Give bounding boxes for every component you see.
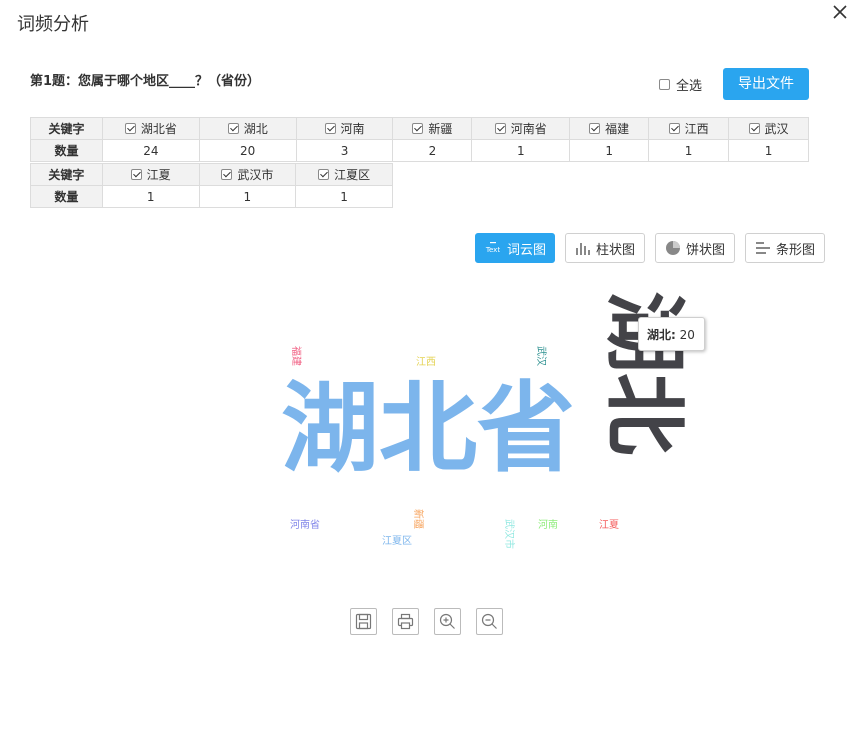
keyword-label: 江夏区 [334,168,371,182]
keyword-checkbox[interactable] [227,123,239,134]
keyword-checkbox[interactable] [221,169,233,180]
close-icon [833,5,847,19]
tab-bar-label: 柱状图 [595,242,635,258]
tab-pie-label: 饼状图 [685,242,725,258]
tab-hbar[interactable]: 条形图 [745,233,825,263]
keyword-cell[interactable]: 湖北 [198,117,297,140]
print-icon [397,613,414,630]
word-jiangxi[interactable]: 江西 [416,358,436,368]
keyword-checkbox[interactable] [748,123,760,134]
count-header: 数量 [30,185,103,208]
word-jiangxia[interactable]: 江夏 [599,521,619,531]
wordcloud-icon: Text [485,242,500,254]
word-henansheng[interactable]: 河南省 [290,521,320,531]
keyword-label: 新疆 [428,122,453,136]
word-henan[interactable]: 河南 [538,521,558,531]
select-all-toggle[interactable]: 全选 [659,75,702,94]
keyword-row: 关键字 江夏 武汉市 江夏区 [30,163,393,186]
keyword-cell[interactable]: 福建 [569,117,650,140]
keyword-cell[interactable]: 河南 [295,117,394,140]
count-cell: 1 [569,139,650,162]
keyword-cell[interactable]: 武汉 [728,117,809,140]
tooltip-label: 湖北: [647,328,676,342]
count-cell: 1 [648,139,730,162]
keyword-cell[interactable]: 新疆 [392,117,473,140]
word-hubei[interactable]: 湖北 [596,291,691,455]
select-all-label: 全选 [676,79,703,94]
keyword-label: 河南省 [510,122,547,136]
keyword-label: 江西 [684,122,709,136]
zoom-in-icon [439,613,455,629]
word-tooltip: 湖北: 20 [638,317,705,351]
word-wuhanshi[interactable]: 武汉市 [503,519,514,549]
keyword-cell[interactable]: 江西 [648,117,730,140]
dialog-title: 词频分析 [17,14,89,35]
bar-chart-icon [575,243,590,255]
keyword-label: 河南 [340,122,365,136]
tab-wordcloud-label: 词云图 [506,242,546,258]
count-row: 数量 24 20 3 2 1 1 1 1 [30,139,809,162]
keyword-row: 关键字 湖北省 湖北 河南 新疆 河南省 福建 江西 武汉 [30,117,809,140]
word-jiangxiaqu[interactable]: 江夏区 [382,537,412,547]
word-cloud: 湖北省 湖北 河南 新疆 河南省 福建 江西 武汉 江夏 武汉市 江夏区 [0,0,851,732]
keyword-label: 湖北省 [140,122,177,136]
tab-pie[interactable]: 饼状图 [655,233,735,263]
keyword-checkbox[interactable] [589,123,601,134]
keyword-label: 武汉 [764,122,789,136]
horizontal-bar-icon [755,242,770,254]
word-fujian[interactable]: 福建 [290,346,301,366]
question-title: 第1题：您属于哪个地区____？（省份） [30,74,261,89]
wordcloud-icon-text: Text [485,246,500,254]
count-cell: 1 [295,185,393,208]
select-all-checkbox[interactable] [659,79,670,90]
tooltip-value: 20 [679,328,695,342]
count-row: 数量 1 1 1 [30,185,393,208]
keyword-checkbox[interactable] [412,123,424,134]
tab-hbar-label: 条形图 [775,242,815,258]
tab-wordcloud[interactable]: Text 词云图 [475,233,555,263]
count-cell: 2 [392,139,473,162]
word-hubeisheng[interactable]: 湖北省 [281,380,575,478]
keyword-label: 武汉市 [237,168,274,182]
keyword-checkbox[interactable] [494,123,506,134]
keyword-header: 关键字 [30,117,103,140]
keyword-checkbox[interactable] [668,123,680,134]
keyword-label: 江夏 [146,168,171,182]
keyword-cell[interactable]: 江夏区 [295,163,393,186]
pie-chart-icon [665,241,680,255]
count-cell: 24 [101,139,200,162]
count-cell: 1 [471,139,571,162]
zoom-out-button[interactable] [476,608,503,635]
count-cell: 1 [198,185,297,208]
keyword-cell[interactable]: 江夏 [101,163,200,186]
keyword-cell[interactable]: 湖北省 [101,117,200,140]
count-cell: 3 [295,139,394,162]
save-icon [355,613,372,630]
keyword-table-2: 关键字 江夏 武汉市 江夏区 数量 1 1 1 [30,163,393,208]
word-xinjiang[interactable]: 新疆 [412,509,423,529]
keyword-cell[interactable]: 武汉市 [198,163,297,186]
count-cell: 1 [101,185,200,208]
keyword-cell[interactable]: 河南省 [471,117,571,140]
count-cell: 1 [728,139,809,162]
keyword-header: 关键字 [30,163,103,186]
keyword-table-1: 关键字 湖北省 湖北 河南 新疆 河南省 福建 江西 武汉 数量 24 20 3… [30,117,809,162]
print-button[interactable] [392,608,419,635]
tab-bar[interactable]: 柱状图 [565,233,645,263]
keyword-checkbox[interactable] [124,123,136,134]
count-cell: 20 [198,139,297,162]
export-file-button[interactable]: 导出文件 [723,68,809,100]
keyword-label: 湖北 [243,122,268,136]
zoom-out-icon [481,613,497,629]
save-image-button[interactable] [350,608,377,635]
close-button[interactable] [830,2,850,22]
zoom-in-button[interactable] [434,608,461,635]
keyword-label: 福建 [605,122,630,136]
keyword-checkbox[interactable] [130,169,142,180]
keyword-checkbox[interactable] [318,169,330,180]
count-header: 数量 [30,139,103,162]
keyword-checkbox[interactable] [324,123,336,134]
word-wuhan[interactable]: 武汉 [535,346,546,366]
